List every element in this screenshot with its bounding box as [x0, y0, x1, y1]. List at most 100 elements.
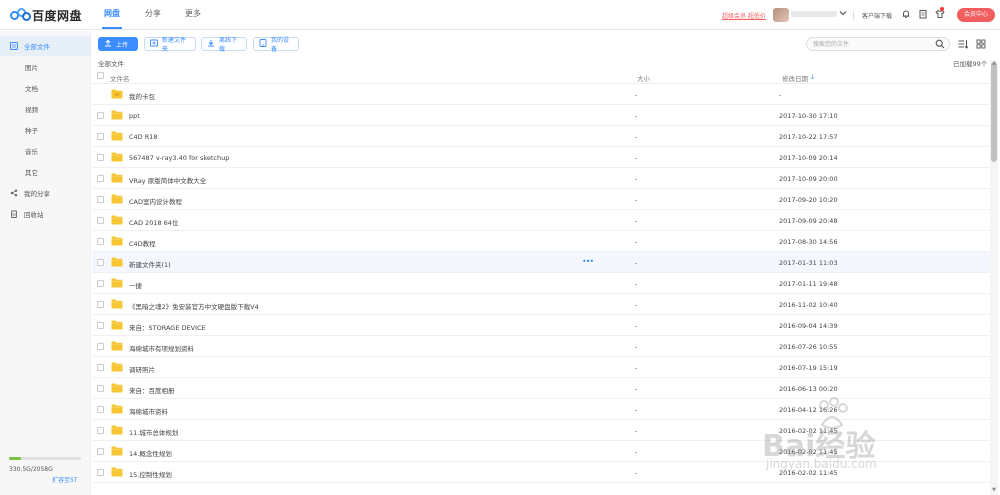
row-checkbox[interactable] [97, 133, 104, 140]
chevron-down-icon[interactable] [837, 9, 848, 20]
select-all-checkbox[interactable] [97, 72, 104, 79]
scroll-down-arrow[interactable]: ▼ [990, 487, 998, 495]
file-row[interactable]: 一捷 - 2017-01-11 19:48 [92, 273, 990, 294]
row-checkbox[interactable] [97, 196, 104, 203]
file-size: - [635, 469, 638, 477]
shirt-icon[interactable] [934, 9, 945, 20]
file-modified-date: - [779, 91, 782, 99]
tab-netdisk[interactable]: 网盘 [104, 8, 120, 19]
tab-more[interactable]: 更多 [185, 8, 201, 19]
row-checkbox[interactable] [97, 322, 104, 329]
more-actions-icon[interactable]: ••• [582, 257, 594, 266]
grid-view-icon[interactable] [976, 39, 986, 49]
username-blurred[interactable] [791, 11, 837, 17]
file-row[interactable]: 海绵城市有项规划资料 - 2016-07-26 10:55 [92, 336, 990, 357]
search-icon[interactable] [935, 39, 945, 49]
file-name[interactable]: 一捷 [129, 280, 142, 290]
file-name[interactable]: CAD 2018 64位 [129, 217, 178, 227]
column-header-name[interactable]: 文件名 [110, 73, 130, 83]
file-row[interactable]: CAD 2018 64位 - 2017-09-09 20:48 [92, 210, 990, 231]
row-checkbox[interactable] [97, 448, 104, 455]
row-checkbox[interactable] [97, 112, 104, 119]
file-name[interactable]: 海绵城市资料 [129, 406, 168, 416]
my-devices-button[interactable]: 我的设备 [253, 37, 299, 53]
column-header-size[interactable]: 大小 [637, 73, 650, 83]
file-name[interactable]: 《黑暗之魂2》免安装官方中文硬盘版下载V4 [129, 301, 259, 311]
file-row[interactable]: 《黑暗之魂2》免安装官方中文硬盘版下载V4 - 2016-11-02 10:40 [92, 294, 990, 315]
row-checkbox[interactable] [97, 427, 104, 434]
file-row[interactable]: CAD室内设计教程 - 2017-09-20 10:20 [92, 189, 990, 210]
row-checkbox[interactable] [97, 217, 104, 224]
file-name[interactable]: 11.城市总体规划 [129, 427, 178, 437]
file-name[interactable]: 567487 v-ray3.40 for sketchup [129, 154, 229, 162]
row-checkbox[interactable] [97, 259, 104, 266]
file-name[interactable]: 新建文件夹(1) [129, 259, 171, 269]
search-input[interactable] [813, 40, 933, 49]
sort-list-icon[interactable] [958, 39, 969, 49]
file-name[interactable]: 15.控制性规划 [129, 469, 172, 479]
member-center-button[interactable]: 会员中心 [957, 8, 995, 22]
file-modified-date: 2016-09-04 14:39 [779, 322, 838, 330]
clipboard-icon[interactable] [917, 9, 928, 20]
file-row[interactable]: 来自：STORAGE DEVICE - 2016-09-04 14:39 [92, 315, 990, 336]
file-name[interactable]: 我的卡包 [129, 91, 155, 101]
file-name[interactable]: 海绵城市有项规划资料 [129, 343, 194, 353]
file-modified-date: 2017-01-11 19:48 [779, 280, 838, 288]
row-checkbox[interactable] [97, 175, 104, 182]
file-name[interactable]: VRay 原版简体中文教大全 [129, 175, 206, 185]
sidebar-item-my-shares[interactable]: 我的分享 [0, 183, 91, 203]
promo-link[interactable]: 超级会员 超低价 [722, 11, 766, 20]
bell-icon[interactable] [900, 9, 911, 20]
scrollbar-thumb[interactable] [991, 62, 997, 162]
file-row[interactable]: 调研照片 - 2016-07-19 15:19 [92, 357, 990, 378]
file-name[interactable]: 调研照片 [129, 364, 155, 374]
file-name[interactable]: ppt [129, 112, 140, 120]
row-checkbox[interactable] [97, 385, 104, 392]
client-download-link[interactable]: 客户端下载 [862, 11, 892, 20]
avatar[interactable] [773, 8, 789, 22]
offline-download-button[interactable]: 离线下载 [201, 37, 247, 53]
device-icon [259, 39, 267, 49]
file-name[interactable]: CAD室内设计教程 [129, 196, 182, 206]
file-row[interactable]: 新建文件夹(1) ••• - 2017-01-31 11:03 [92, 252, 990, 273]
file-name[interactable]: 来自：百度相册 [129, 385, 175, 395]
file-row[interactable]: 567487 v-ray3.40 for sketchup - 2017-10-09… [92, 147, 990, 168]
expand-storage-link[interactable]: 扩容至5T [52, 475, 77, 484]
file-name[interactable]: 14.概念性规划 [129, 448, 172, 458]
loaded-count: 已加载99个 [953, 60, 988, 68]
file-name[interactable]: C4D R18 [129, 133, 158, 141]
upload-button[interactable]: 上传 [98, 37, 138, 51]
row-checkbox[interactable] [97, 154, 104, 161]
row-checkbox[interactable] [97, 343, 104, 350]
sidebar-item-videos[interactable]: 视频 [0, 99, 91, 119]
file-row[interactable]: ppt - 2017-10-30 17:10 [92, 105, 990, 126]
sidebar-item-recycle-bin[interactable]: 回收站 [0, 204, 91, 224]
file-name[interactable]: 来自：STORAGE DEVICE [129, 322, 206, 332]
row-checkbox[interactable] [97, 238, 104, 245]
sidebar-item-music[interactable]: 音乐 [0, 141, 91, 161]
row-checkbox[interactable] [97, 280, 104, 287]
sort-desc-arrow[interactable]: ↓ [810, 73, 815, 81]
folder-icon [111, 362, 123, 372]
sidebar-item-docs[interactable]: 文档 [0, 78, 91, 98]
sidebar-item-torrents[interactable]: 种子 [0, 120, 91, 140]
row-checkbox[interactable] [97, 406, 104, 413]
sidebar-item-images[interactable]: 图片 [0, 57, 91, 77]
sidebar-item-other[interactable]: 其它 [0, 162, 91, 182]
breadcrumb[interactable]: 全部文件 [98, 58, 124, 68]
sidebar-item-all-files[interactable]: 全部文件 [0, 36, 91, 56]
tab-share[interactable]: 分享 [145, 8, 161, 19]
search-box[interactable] [806, 37, 950, 51]
column-header-date[interactable]: 修改日期 [782, 73, 808, 83]
row-checkbox[interactable] [97, 469, 104, 476]
file-row[interactable]: 我的卡包 - - [92, 84, 990, 105]
file-row[interactable]: C4D教程 - 2017-08-30 14:56 [92, 231, 990, 252]
file-name[interactable]: C4D教程 [129, 238, 156, 248]
new-folder-button[interactable]: 新建文件夹 [144, 37, 196, 53]
row-checkbox[interactable] [97, 364, 104, 371]
scroll-up-arrow[interactable]: ▲ [990, 60, 998, 68]
file-row[interactable]: C4D R18 - 2017-10-22 17:57 [92, 126, 990, 147]
row-checkbox[interactable] [97, 301, 104, 308]
file-row[interactable]: VRay 原版简体中文教大全 - 2017-10-09 20:00 [92, 168, 990, 189]
baidu-netdisk-logo[interactable]: 百度网盘 [10, 6, 82, 24]
